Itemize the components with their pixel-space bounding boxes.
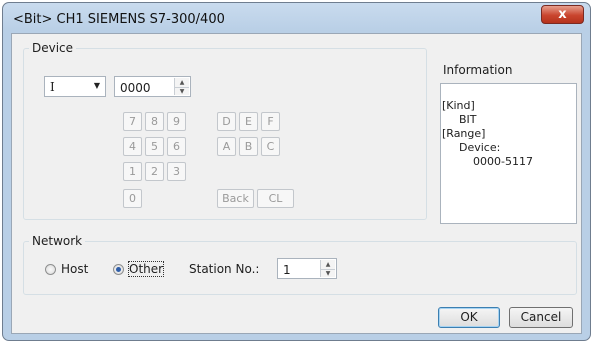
chevron-down-icon: ▼ [93,81,100,90]
key-6[interactable]: 6 [167,137,186,156]
station-spinner[interactable]: ▲ ▼ [320,260,335,277]
device-address-input[interactable]: 0000 ▲ ▼ [114,76,191,97]
close-icon: x [558,7,567,22]
window-title: <Bit> CH1 SIEMENS S7-300/400 [13,12,225,27]
spin-down-icon[interactable]: ▼ [175,87,189,96]
key-c[interactable]: C [261,137,280,156]
key-8[interactable]: 8 [145,112,164,131]
address-spinner[interactable]: ▲ ▼ [174,78,189,95]
device-group-label: Device [29,41,77,55]
key-5[interactable]: 5 [145,137,164,156]
key-4[interactable]: 4 [123,137,142,156]
device-type-select[interactable]: I ▼ [44,76,106,97]
key-a[interactable]: A [217,137,236,156]
device-type-value: I [50,80,55,94]
key-f[interactable]: F [261,112,280,131]
host-label[interactable]: Host [61,262,88,276]
other-label[interactable]: Other [127,261,165,277]
device-address-value: 0000 [120,81,151,95]
spin-down-icon[interactable]: ▼ [321,269,335,278]
key-b[interactable]: B [239,137,258,156]
information-label: Information [443,63,513,77]
key-1[interactable]: 1 [123,162,142,181]
info-kind-label: [Kind] [442,99,475,112]
key-3[interactable]: 3 [167,162,186,181]
network-group-label: Network [29,234,86,248]
station-no-value: 1 [283,263,291,277]
title-bar[interactable]: <Bit> CH1 SIEMENS S7-300/400 x [3,3,590,33]
close-button[interactable]: x [541,5,584,24]
information-panel: [Kind] BIT [Range] Device: 0000-5117 [440,83,577,224]
clear-button[interactable]: CL [257,189,294,208]
info-range-label: [Range] [442,127,486,140]
host-radio[interactable] [45,264,56,275]
info-range-value: 0000-5117 [473,155,533,168]
key-e[interactable]: E [239,112,258,131]
info-kind-value: BIT [459,113,477,126]
key-9[interactable]: 9 [167,112,186,131]
info-device-label: Device: [459,141,501,154]
cancel-button[interactable]: Cancel [509,307,573,328]
station-no-input[interactable]: 1 ▲ ▼ [277,258,337,279]
key-2[interactable]: 2 [145,162,164,181]
key-7[interactable]: 7 [123,112,142,131]
station-no-label: Station No.: [189,262,260,276]
other-radio[interactable] [113,264,124,275]
key-0[interactable]: 0 [123,189,142,208]
dialog-body: Device I ▼ 0000 ▲ ▼ 7 8 9 D E F 4 5 6 A … [11,33,582,334]
back-button[interactable]: Back [217,189,254,208]
dialog-window: <Bit> CH1 SIEMENS S7-300/400 x Device I … [2,2,591,341]
key-d[interactable]: D [217,112,236,131]
ok-button[interactable]: OK [438,307,500,328]
